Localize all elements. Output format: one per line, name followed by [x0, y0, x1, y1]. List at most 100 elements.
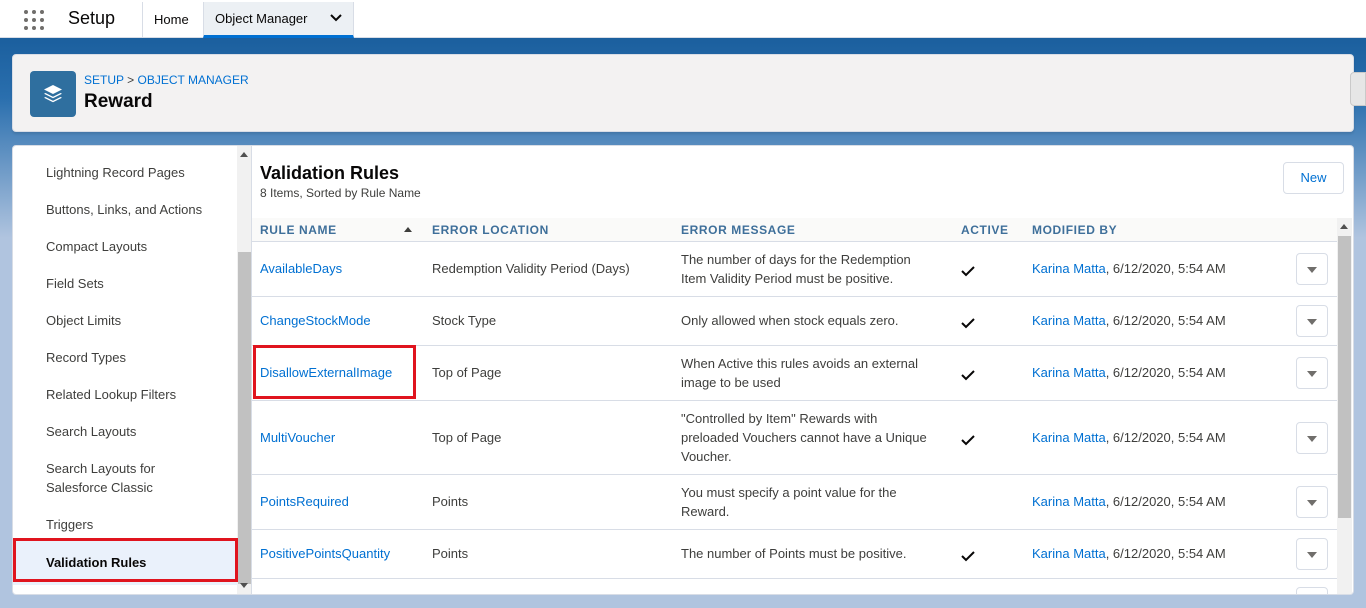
sidebar-item-label: Search Layouts — [46, 424, 137, 439]
table-header: RULE NAME ERROR LOCATION ERROR MESSAGE A… — [252, 218, 1337, 242]
error-message-line: Item Validity Period must be positive. — [681, 271, 894, 286]
modified-by-user-link[interactable]: Karina Matta — [1032, 261, 1106, 276]
modified-date: , 6/12/2020, 5:54 AM — [1105, 494, 1226, 509]
modified-by-user-link[interactable]: Karina Matta — [1032, 430, 1106, 445]
list-subtitle: 8 Items, Sorted by Rule Name — [260, 186, 421, 200]
error-message-line: When Active this rules avoids an externa… — [681, 356, 919, 371]
row-actions-button[interactable] — [1296, 253, 1328, 285]
scroll-down-arrow-icon[interactable] — [240, 583, 248, 588]
modified-by-user-link[interactable]: Karina Matta — [1032, 494, 1106, 509]
error-message-line: preloaded Vouchers cannot have a Unique — [681, 430, 927, 445]
modified-by-user-link[interactable]: Karina Matta — [1032, 365, 1106, 380]
error-message-line: image to be used — [681, 375, 781, 390]
global-nav: Setup Home Object Manager — [0, 0, 1366, 38]
col-modified-by[interactable]: MODIFIED BY — [1032, 223, 1117, 237]
modified-by-user-link[interactable]: Karina Matta — [1032, 546, 1106, 561]
error-location: Redemption Validity Period (Days) — [432, 261, 630, 276]
sort-ascending-icon[interactable] — [404, 227, 412, 232]
sidebar-item-lightning-record-pages[interactable]: Lightning Record Pages — [13, 163, 238, 182]
checkmark-icon — [961, 263, 975, 277]
modified-date: , 6/12/2020, 5:54 AM — [1105, 313, 1226, 328]
error-message: The number of Points must be positive. — [681, 544, 943, 563]
sidebar-item-compact-layouts[interactable]: Compact Layouts — [13, 237, 238, 256]
row-actions-button[interactable] — [1296, 538, 1328, 570]
table-row: AvailableDays Redemption Validity Period… — [252, 242, 1337, 297]
table-row: ChangeStockMode Stock Type Only allowed … — [252, 297, 1337, 346]
checkmark-icon — [961, 548, 975, 562]
app-name: Setup — [68, 8, 116, 28]
sidebar-item-buttons-links-actions[interactable]: Buttons, Links, and Actions — [13, 200, 238, 219]
app-launcher-waffle-icon[interactable] — [24, 10, 46, 32]
error-location: Top of Page — [432, 365, 502, 380]
object-sidebar: Lightning Record Pages Buttons, Links, a… — [12, 145, 252, 595]
error-location: Stock Type — [432, 313, 497, 328]
sidebar-item-label: Buttons, Links, and Actions — [46, 202, 203, 217]
chevron-down-icon — [1307, 436, 1317, 442]
modified-by: Karina Matta, 6/12/2020, 5:54 AM — [1032, 492, 1226, 511]
sidebar-item-validation-rules[interactable]: Validation Rules — [13, 541, 238, 585]
error-message: The number of days for the Redemption It… — [681, 250, 943, 288]
scroll-up-arrow-icon[interactable] — [240, 152, 248, 157]
col-error-message[interactable]: ERROR MESSAGE — [681, 223, 795, 237]
breadcrumb-setup[interactable]: SETUP — [84, 73, 124, 87]
sidebar-item-triggers[interactable]: Triggers — [13, 515, 238, 534]
scroll-up-arrow-icon[interactable] — [1340, 224, 1348, 229]
modified-by-user-link[interactable]: Karina Matta — [1032, 313, 1106, 328]
breadcrumb-object-manager[interactable]: OBJECT MANAGER — [138, 73, 249, 87]
error-location: Top of Page — [432, 430, 502, 445]
row-actions-button[interactable] — [1296, 587, 1328, 594]
checkmark-icon — [961, 367, 975, 381]
sidebar-scroll-thumb[interactable] — [238, 252, 251, 584]
error-message: "Controlled by Item" Rewards with preloa… — [681, 409, 943, 466]
panel-toggle-handle[interactable] — [1350, 72, 1366, 106]
error-message-line: The number of days for the Redemption — [681, 252, 911, 267]
table-scroll-thumb[interactable] — [1338, 236, 1351, 518]
row-actions-button[interactable] — [1296, 486, 1328, 518]
rule-name-link[interactable]: PointsRequired — [260, 492, 349, 511]
sidebar-scrollbar[interactable] — [237, 146, 251, 594]
sidebar-item-label: Related Lookup Filters — [46, 387, 177, 402]
error-message-line: Voucher. — [681, 449, 732, 464]
rule-name-link[interactable]: MultiVoucher — [260, 428, 335, 447]
chevron-down-icon — [1307, 500, 1317, 506]
sidebar-item-record-types[interactable]: Record Types — [13, 348, 238, 367]
new-button[interactable]: New — [1283, 162, 1344, 194]
modified-by: Karina Matta, 6/12/2020, 5:54 AM — [1032, 259, 1226, 278]
rule-name-link[interactable]: AvailableDays — [260, 259, 342, 278]
sidebar-item-search-layouts[interactable]: Search Layouts — [13, 422, 238, 441]
error-message-line: You must specify a point value for the — [681, 485, 897, 500]
error-message-line: Reward. — [681, 504, 730, 519]
tab-home-label: Home — [154, 12, 189, 27]
col-error-location[interactable]: ERROR LOCATION — [432, 223, 549, 237]
sidebar-item-search-layouts-classic[interactable]: Search Layouts for Salesforce Classic — [13, 459, 238, 497]
tab-object-manager[interactable]: Object Manager — [203, 2, 354, 38]
rule-name-link[interactable]: PositivePointsQuantity — [260, 544, 390, 563]
modified-date: , 6/12/2020, 5:54 AM — [1105, 261, 1226, 276]
table-row: PositivePointsQuantity Points The number… — [252, 530, 1337, 579]
table-scrollbar[interactable] — [1337, 218, 1352, 594]
modified-date: , 6/12/2020, 5:54 AM — [1105, 430, 1226, 445]
sidebar-item-related-lookup-filters[interactable]: Related Lookup Filters — [13, 385, 238, 404]
chevron-down-icon — [1307, 267, 1317, 273]
validation-rules-panel: Validation Rules 8 Items, Sorted by Rule… — [252, 145, 1354, 595]
error-location: Points — [432, 546, 469, 561]
breadcrumb-separator: > — [127, 73, 135, 87]
tab-home[interactable]: Home — [142, 2, 203, 38]
rule-name-link[interactable]: ChangeStockMode — [260, 311, 371, 330]
sidebar-item-label-line2: Salesforce Classic — [46, 480, 153, 495]
checkmark-icon — [961, 315, 975, 329]
modified-by: Karina Matta, 6/12/2020, 5:54 AM — [1032, 428, 1226, 447]
row-actions-button[interactable] — [1296, 422, 1328, 454]
modified-by: Karina Matta, 6/12/2020, 5:54 AM — [1032, 363, 1226, 382]
sidebar-item-field-sets[interactable]: Field Sets — [13, 274, 238, 293]
sidebar-item-label: Triggers — [46, 517, 94, 532]
error-message-line: The number of Points must be positive. — [681, 546, 907, 561]
tab-object-manager-label: Object Manager — [215, 11, 308, 26]
col-active[interactable]: ACTIVE — [961, 223, 1009, 237]
sidebar-item-object-limits[interactable]: Object Limits — [13, 311, 238, 330]
rule-name-link[interactable]: DisallowExternalImage — [260, 363, 392, 382]
col-rule-name[interactable]: RULE NAME — [260, 223, 337, 237]
checkmark-icon — [961, 432, 975, 446]
row-actions-button[interactable] — [1296, 305, 1328, 337]
row-actions-button[interactable] — [1296, 357, 1328, 389]
